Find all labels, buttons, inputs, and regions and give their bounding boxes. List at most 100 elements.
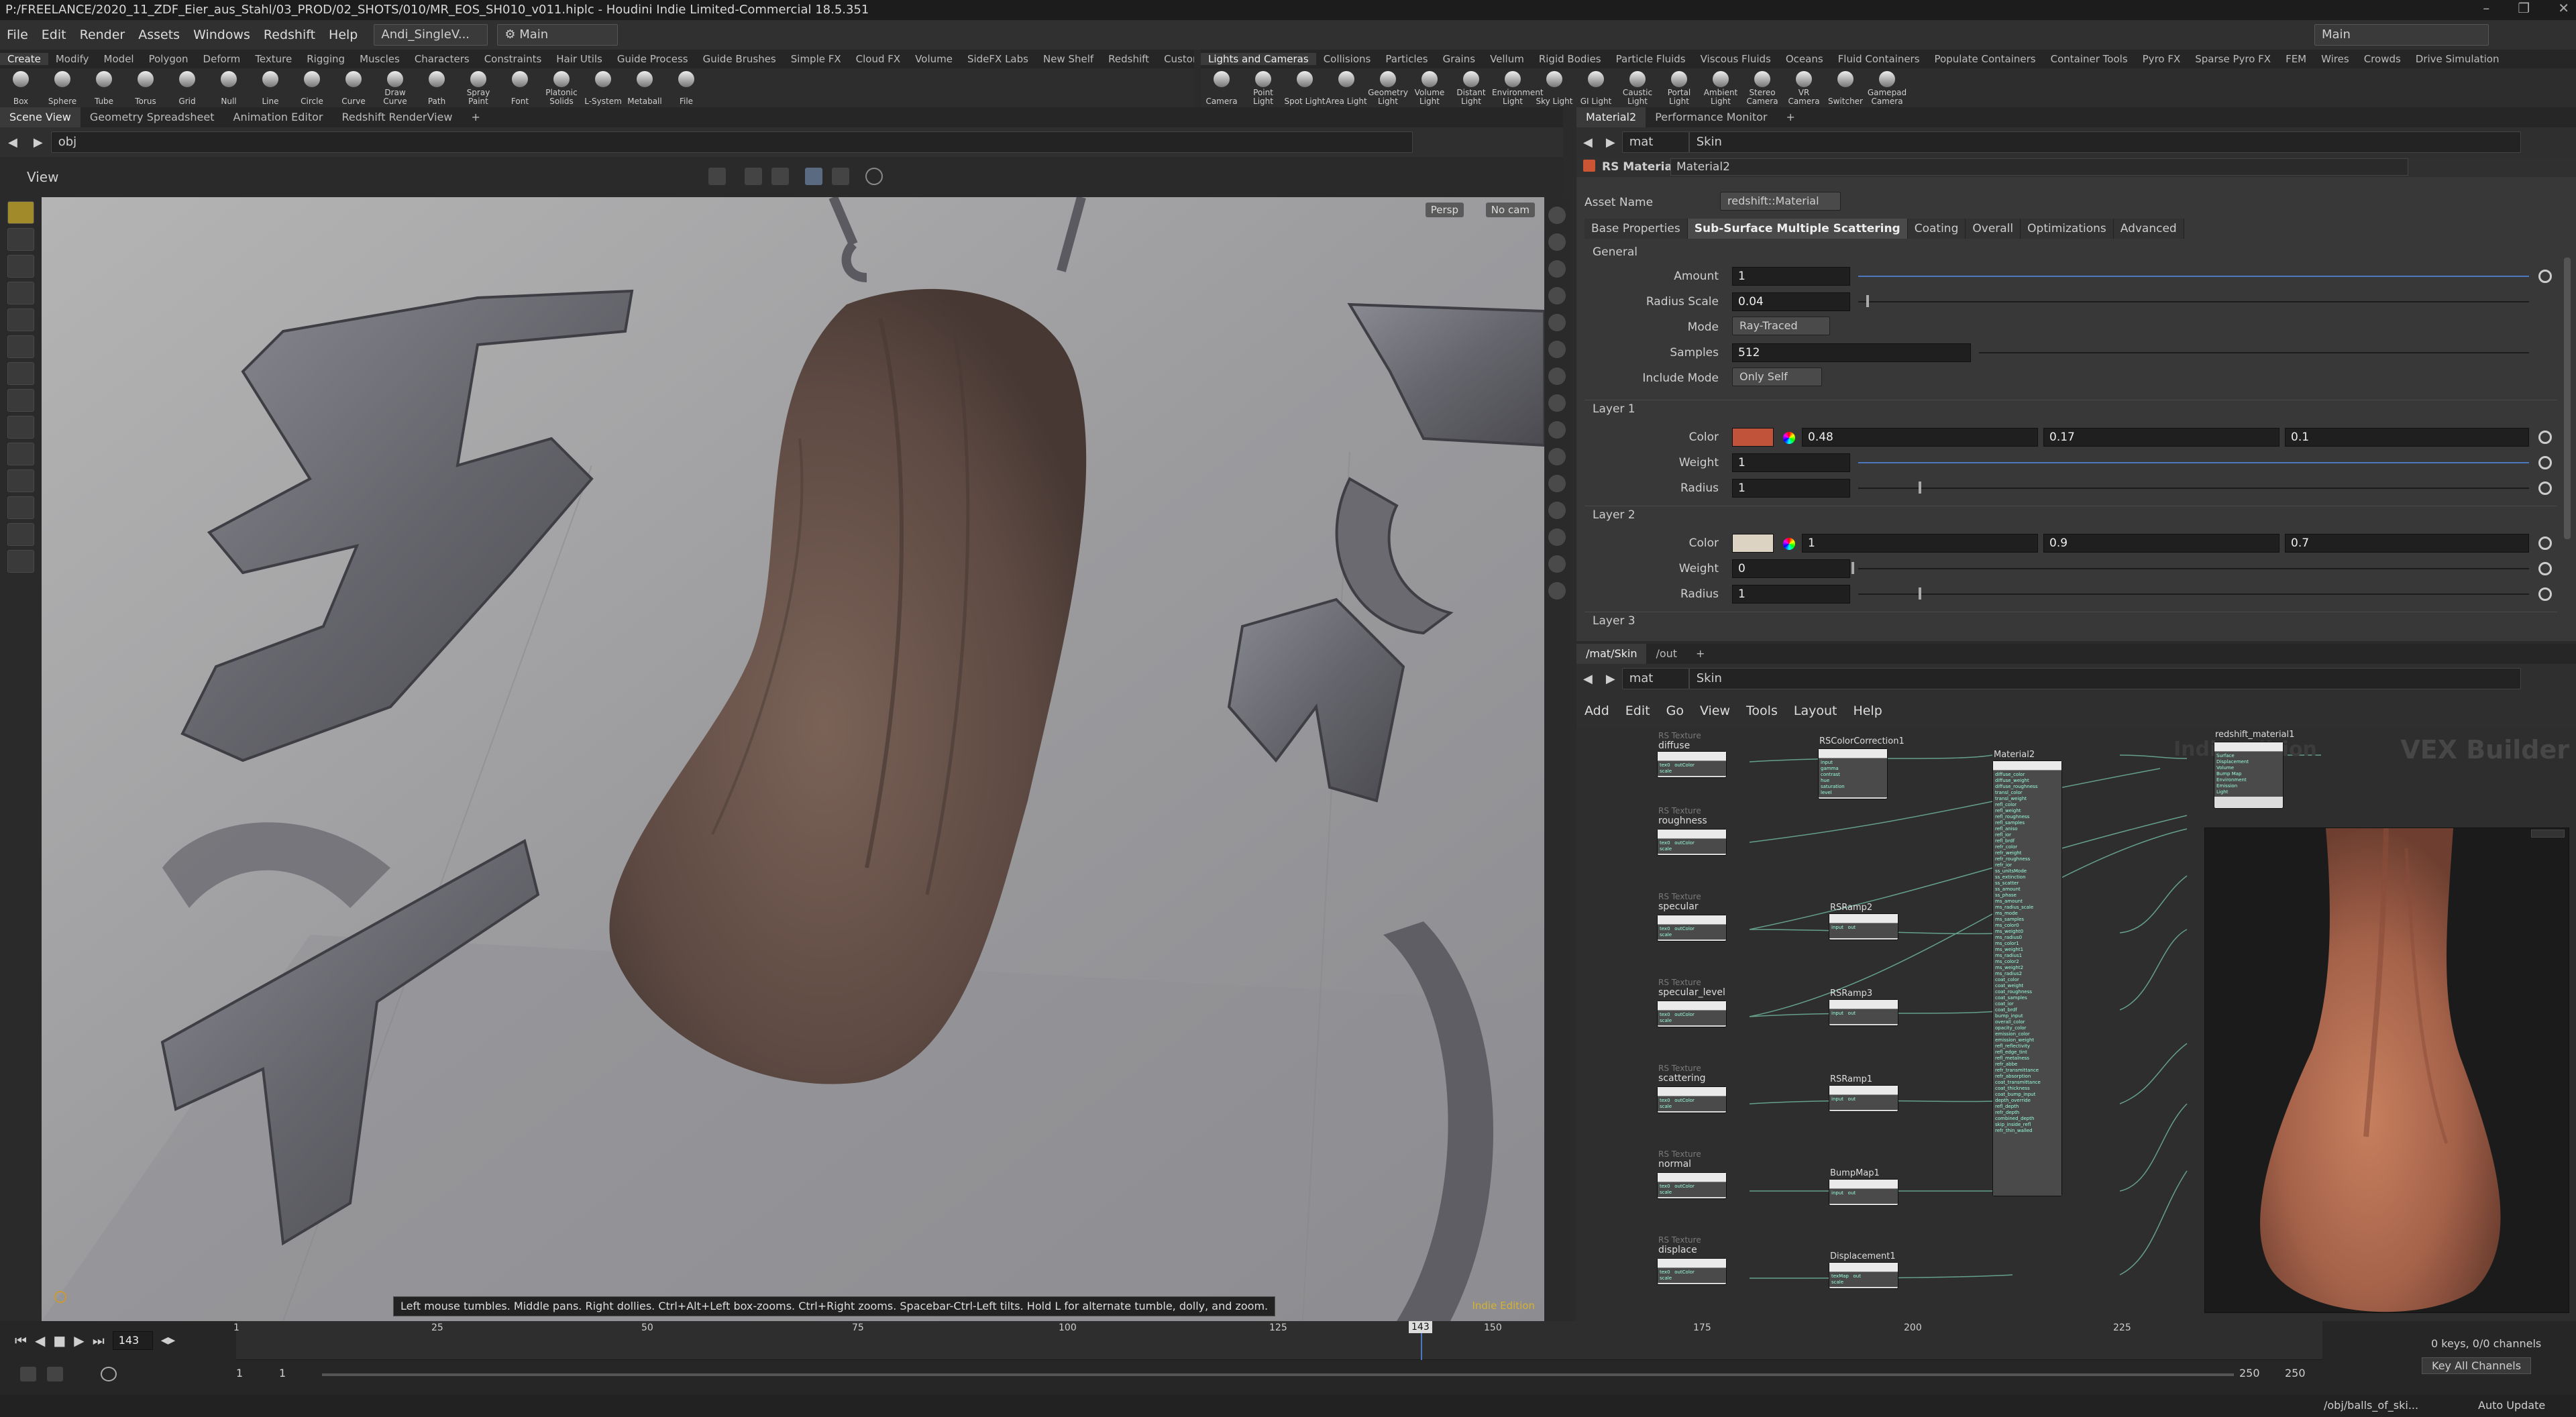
render-region-icon[interactable] [1548,582,1566,600]
subtab-sss[interactable]: Sub-Surface Multiple Scattering [1687,219,1908,239]
network-menu-help[interactable]: Help [1845,703,1890,718]
subtab-coating[interactable]: Coating [1907,219,1966,239]
amount-field[interactable]: 1 [1732,267,1850,286]
node-normal[interactable]: tex0 outColor scale [1657,1172,1727,1199]
shelf-tab-left-19[interactable]: Custom Tools [1157,53,1194,65]
translate-icon[interactable] [7,362,34,385]
shelf-tab-left-17[interactable]: New Shelf [1036,53,1101,65]
shelf-tool-right-7[interactable]: Environment Light [1492,68,1544,107]
shelf-tab-left-6[interactable]: Rigging [299,53,352,65]
layer2-weight-slider[interactable] [1858,568,2529,569]
layer1-r-field[interactable]: 0.48 [1802,428,2038,447]
shelf-tab-left-12[interactable]: Guide Brushes [696,53,784,65]
shelf-tab-right-4[interactable]: Vellum [1483,53,1532,65]
shelf-tool-left-1[interactable]: Sphere [42,68,83,107]
radius-scale-knob[interactable] [1866,295,1869,307]
rotate-icon[interactable] [7,389,34,412]
lock-camera-icon[interactable] [1548,260,1566,278]
shelf-tool-left-0[interactable]: Box [0,68,42,107]
layer1-color-swatch[interactable] [1732,428,1774,447]
shelf-tool-right-13[interactable]: Stereo Camera [1741,68,1783,107]
shelf-tab-left-15[interactable]: Volume [908,53,960,65]
forward-arrow-icon[interactable]: ▶ [25,135,51,150]
node-displace[interactable]: tex0 outColor scale [1657,1258,1727,1285]
snap-icon[interactable] [7,469,34,492]
menu-help[interactable]: Help [322,27,364,42]
subtab-optimizations[interactable]: Optimizations [2021,219,2114,239]
subtab-base-properties[interactable]: Base Properties [1585,219,1688,239]
camera-mode-icon[interactable] [805,168,822,185]
first-frame-icon[interactable]: ⏮ [15,1333,27,1349]
scale-icon[interactable] [7,416,34,439]
menu-file[interactable]: File [0,27,35,42]
view-icon[interactable] [7,523,34,546]
select-tool-icon[interactable] [7,201,34,224]
add-tab-icon[interactable]: + [462,107,489,127]
shelf-tab-left-14[interactable]: Cloud FX [849,53,908,65]
layer2-radius-slider[interactable] [1858,593,2529,595]
shelf-tab-right-3[interactable]: Grains [1436,53,1483,65]
camera-menu[interactable]: No cam [1485,203,1535,217]
auto-update-menu[interactable]: Auto Update [2478,1399,2545,1412]
layer2-color-picker-icon[interactable] [1783,538,1795,550]
select-mode-icon[interactable] [708,168,726,185]
shelf-tab-left-0[interactable]: Create [0,53,48,65]
shelf-tool-left-10[interactable]: Path [416,68,458,107]
network-menu-add[interactable]: Add [1576,703,1617,718]
grid-icon[interactable] [1548,421,1566,439]
play-icon[interactable]: ▶ [74,1333,84,1349]
minimize-icon[interactable]: – [2483,0,2489,16]
background-icon[interactable] [1548,367,1566,385]
range-slider[interactable] [322,1373,2234,1376]
node-displacement1[interactable]: texMap out scale [1829,1262,1898,1289]
samples-field[interactable]: 512 [1732,343,1971,362]
shelf-tab-right-10[interactable]: Populate Containers [1927,53,2043,65]
shelf-tab-right-1[interactable]: Collisions [1316,53,1379,65]
shelf-tool-left-2[interactable]: Tube [83,68,125,107]
paint-select-icon[interactable] [7,228,34,251]
lock-icon[interactable] [7,308,34,331]
subtab-overall[interactable]: Overall [1966,219,2021,239]
shelf-tool-left-3[interactable]: Torus [125,68,166,107]
shelf-tab-left-3[interactable]: Polygon [142,53,196,65]
node-redshift-material1[interactable]: Surface Displacement Volume Bump Map Environ… [2214,742,2284,809]
display-options-icon[interactable] [1548,207,1566,224]
layer1-radius-slider[interactable] [1858,488,2529,489]
shelf-tool-right-15[interactable]: Switcher [1825,68,1866,107]
shelf-tool-left-5[interactable]: Null [208,68,250,107]
node-diffuse[interactable]: tex0 outColor scale [1657,751,1727,778]
layer1-weight-gear-icon[interactable] [2538,456,2552,469]
ghost-icon[interactable] [1548,448,1566,465]
shelf-tab-left-11[interactable]: Guide Process [610,53,696,65]
record-icon[interactable] [865,168,883,185]
node-scattering[interactable]: tex0 outColor scale [1657,1086,1727,1113]
range-end-2[interactable]: 250 [2285,1367,2306,1379]
layer2-color-swatch[interactable] [1732,534,1774,553]
amount-gear-icon[interactable] [2538,270,2552,283]
shelf-tool-left-13[interactable]: Platonic Solids [541,68,582,107]
paint-icon[interactable] [7,335,34,358]
shelf-tab-right-12[interactable]: Pyro FX [2135,53,2188,65]
layer2-weight-gear-icon[interactable] [2538,562,2552,575]
layer1-color-gear-icon[interactable] [2538,431,2552,444]
shelf-tool-left-16[interactable]: File [665,68,707,107]
tab-geometry-spreadsheet[interactable]: Geometry Spreadsheet [80,107,224,127]
audio-icon[interactable] [20,1367,36,1381]
shelf-tab-right-2[interactable]: Particles [1378,53,1435,65]
network-forward-icon[interactable]: ▶ [1599,672,1622,686]
main-context-dropdown[interactable]: ⚙ Main [497,24,619,46]
scene-path-field[interactable]: obj [50,131,1413,153]
layer2-g-field[interactable]: 0.9 [2043,534,2279,553]
shelf-tool-left-7[interactable]: Circle [291,68,333,107]
layer1-weight-field[interactable]: 1 [1732,453,1850,472]
menu-render[interactable]: Render [73,27,132,42]
point-display-icon[interactable] [1548,314,1566,331]
timeline-ruler[interactable]: 1 25 50 75 100 125 150 175 200 225 143 [233,1321,2322,1360]
network-menu-go[interactable]: Go [1658,703,1692,718]
layer2-r-field[interactable]: 1 [1802,534,2038,553]
layer2-radius-field[interactable]: 1 [1732,585,1850,604]
tab-material2[interactable]: Material2 [1576,107,1646,127]
stop-icon[interactable]: ■ [53,1333,66,1349]
tab-mat-skin[interactable]: /mat/Skin [1576,644,1647,664]
shelf-tool-right-9[interactable]: GI Light [1575,68,1617,107]
